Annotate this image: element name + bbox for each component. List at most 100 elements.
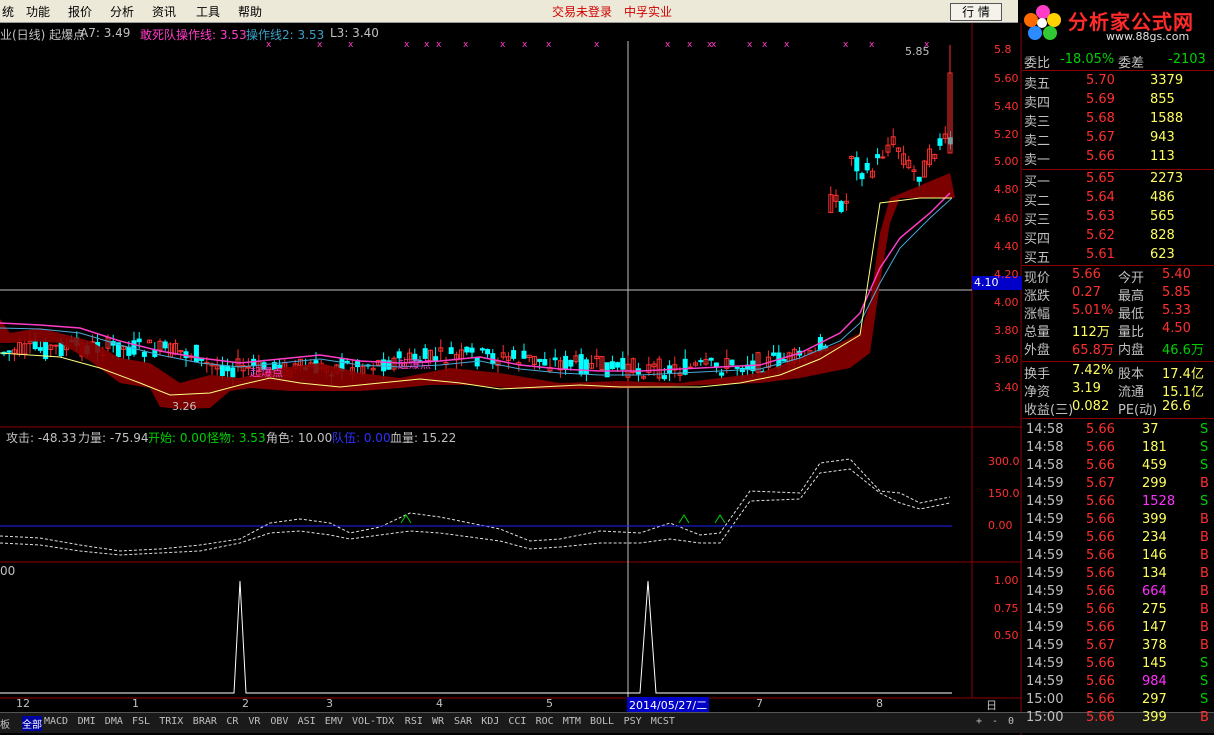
menu-item-tools[interactable]: 工具 — [196, 3, 220, 20]
tick-volume: 459 — [1142, 458, 1167, 473]
candle-body — [916, 176, 922, 182]
quote-row: 14:59 5.66 984 S — [1022, 674, 1214, 692]
tab-trix[interactable]: TRIX — [159, 716, 183, 727]
tick-time: 14:58 — [1026, 440, 1064, 455]
tick-time: 14:59 — [1026, 512, 1064, 527]
quote-row: 14:59 5.66 147 B — [1022, 620, 1214, 638]
quote-button[interactable]: 行 情 — [950, 3, 1002, 21]
candle-body — [32, 341, 38, 350]
candle-body — [563, 355, 569, 370]
y-tick-label: 150.0 — [988, 487, 1020, 500]
team-value: 队伍: 0.00 — [332, 431, 391, 445]
candle-body — [682, 358, 688, 375]
stat-value: 26.6 — [1162, 399, 1191, 414]
tab-cci[interactable]: CCI — [508, 716, 526, 727]
menu-item-help[interactable]: 帮助 — [238, 3, 262, 20]
tab-dma[interactable]: DMA — [105, 716, 123, 727]
tab-全部[interactable]: 全部 — [22, 716, 42, 731]
tab-psy[interactable]: PSY — [624, 716, 642, 727]
stat-value: 112万 — [1072, 325, 1110, 340]
tick-time: 14:59 — [1026, 674, 1064, 689]
tab-boll[interactable]: BOLL — [590, 716, 614, 727]
tick-price: 5.66 — [1086, 584, 1115, 599]
candle-body — [37, 347, 43, 351]
stat-value: 5.33 — [1162, 303, 1191, 318]
candle-body — [6, 350, 12, 353]
menu-item-function[interactable]: 功能 — [26, 3, 50, 20]
tick-volume: 378 — [1142, 638, 1167, 653]
tab-sar[interactable]: SAR — [454, 716, 472, 727]
tab-brar[interactable]: BRAR — [193, 716, 217, 727]
tab-control-button[interactable]: - — [992, 716, 998, 727]
tab-control-button[interactable]: + — [976, 716, 982, 727]
tab-板[interactable]: 板 — [0, 716, 10, 731]
tick-time: 15:00 — [1026, 692, 1064, 707]
ask-price: 5.66 — [1086, 149, 1115, 164]
signal-x-mark: x — [463, 40, 469, 50]
tab-macd[interactable]: MACD — [44, 716, 68, 727]
signal-x-mark: x — [784, 40, 790, 50]
candle-body — [609, 361, 615, 370]
candle-body — [708, 357, 714, 361]
menu-item-news[interactable]: 资讯 — [152, 3, 176, 20]
tab-cr[interactable]: CR — [226, 716, 238, 727]
y-tick-label: 5.20 — [994, 128, 1019, 141]
stat-value: 5.01% — [1072, 303, 1114, 318]
ask-price: 5.67 — [1086, 130, 1115, 145]
tab-fsl[interactable]: FSL — [132, 716, 150, 727]
menu-item-quote[interactable]: 报价 — [68, 3, 92, 20]
candle-body — [542, 359, 548, 366]
quote-row: 买四 5.62 828 — [1022, 228, 1214, 247]
tick-price: 5.67 — [1086, 476, 1115, 491]
signal-x-mark: x — [522, 40, 528, 50]
divider — [1022, 265, 1214, 266]
signal-x-mark: x — [436, 40, 442, 50]
quote-row: 涨幅 5.01% 最低 5.33 — [1022, 303, 1214, 322]
candle-body — [448, 347, 454, 355]
stat-label: 净资 — [1024, 385, 1051, 400]
ask-price: 5.70 — [1086, 73, 1115, 88]
tab-control-button[interactable]: 0 — [1008, 716, 1014, 727]
tick-side: B — [1200, 530, 1209, 545]
signal-triangle-icon — [400, 514, 412, 524]
quote-row: 14:59 5.67 378 B — [1022, 638, 1214, 656]
tab-asi[interactable]: ASI — [298, 716, 316, 727]
tab-obv[interactable]: OBV — [270, 716, 288, 727]
menu-item-system[interactable]: 统 — [2, 3, 14, 20]
candle-body — [521, 350, 527, 359]
tab-wr[interactable]: WR — [432, 716, 444, 727]
order-diff-value: -2103 — [1168, 52, 1206, 67]
tick-time: 14:59 — [1026, 638, 1064, 653]
x-tick-label: 2 — [242, 697, 249, 710]
candle-body — [230, 367, 236, 378]
tab-vr[interactable]: VR — [248, 716, 260, 727]
signal-x-mark: x — [424, 40, 430, 50]
site-logo: 分析家公式网 www.88gs.com — [1018, 0, 1214, 46]
tab-mtm[interactable]: MTM — [563, 716, 581, 727]
ask-volume: 855 — [1150, 92, 1175, 107]
y-tick-label: 5.40 — [994, 100, 1019, 113]
x-tick-label: 12 — [16, 697, 30, 710]
bid-volume: 565 — [1150, 209, 1175, 224]
chart-area[interactable]: x x x x x x x x x x x x x xx x x x x x x — [0, 23, 1022, 735]
tab-vol-tdx[interactable]: VOL-TDX — [352, 716, 394, 727]
candle-body — [864, 162, 870, 171]
stat-label: 内盘 — [1118, 343, 1145, 358]
dare-line-value: 敢死队操作线: 3.53 — [140, 28, 247, 42]
tab-mcst[interactable]: MCST — [651, 716, 675, 727]
quote-row: 涨跌 0.27 最高 5.85 — [1022, 285, 1214, 304]
stat-value: 3.19 — [1072, 381, 1101, 396]
tab-roc[interactable]: ROC — [536, 716, 554, 727]
tab-emv[interactable]: EMV — [325, 716, 343, 727]
divider — [1022, 70, 1214, 71]
trade-status[interactable]: 交易未登录 — [552, 3, 612, 20]
tick-time: 15:00 — [1026, 710, 1064, 725]
tab-dmi[interactable]: DMI — [78, 716, 96, 727]
tab-kdj[interactable]: KDJ — [481, 716, 499, 727]
stat-value: 7.42% — [1072, 363, 1114, 378]
tick-side: B — [1200, 638, 1209, 653]
menu-item-analysis[interactable]: 分析 — [110, 3, 134, 20]
tick-side: B — [1200, 620, 1209, 635]
tab-rsi[interactable]: RSI — [405, 716, 423, 727]
quote-row: 买五 5.61 623 — [1022, 247, 1214, 266]
